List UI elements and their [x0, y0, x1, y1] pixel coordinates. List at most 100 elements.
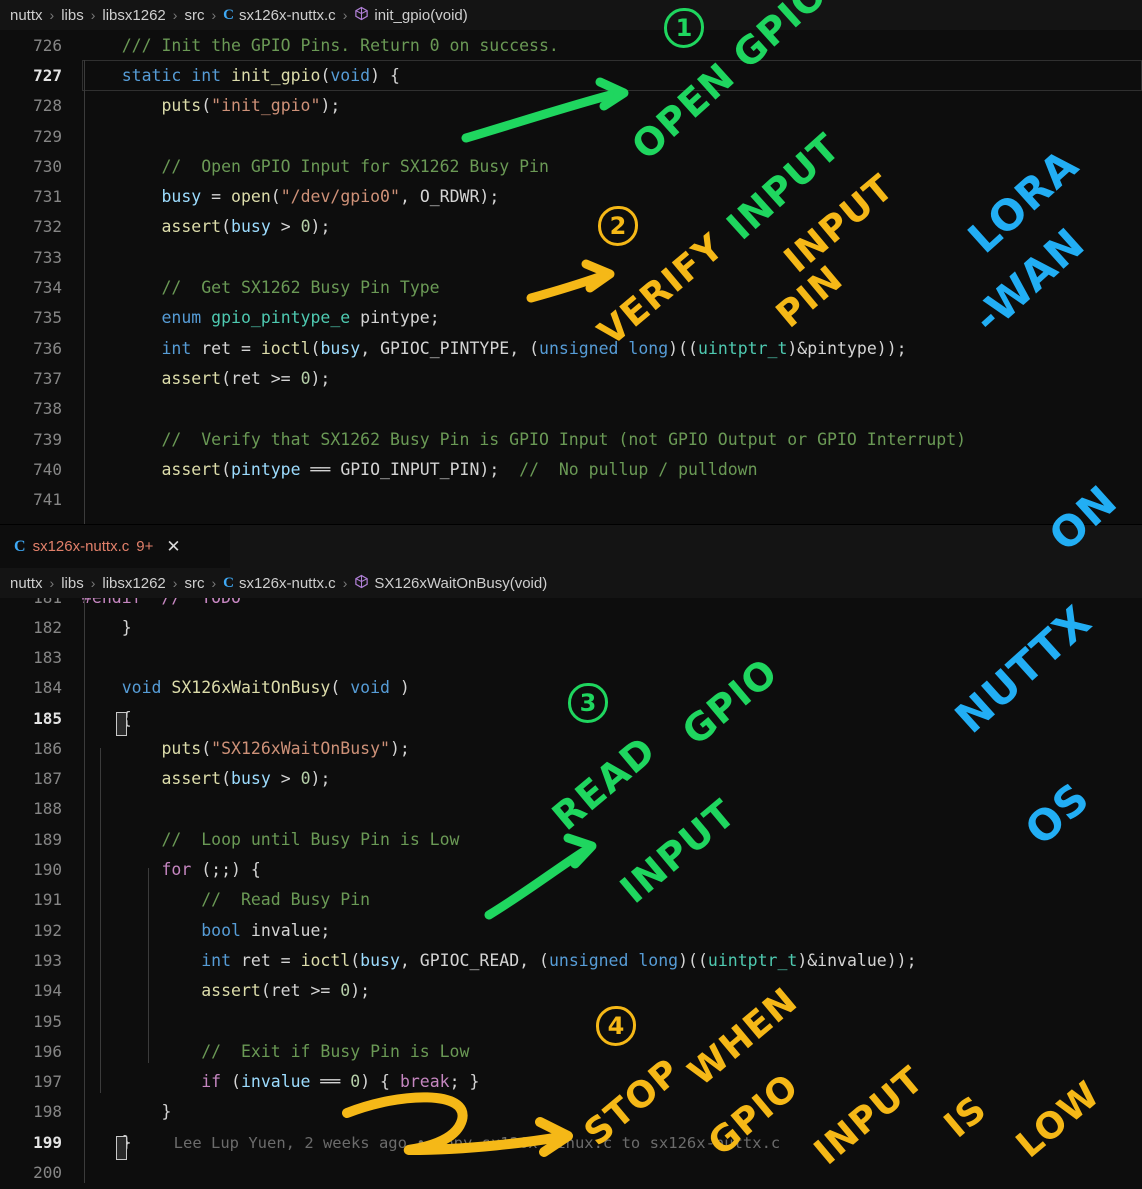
line-number: 182 — [33, 617, 62, 637]
breadcrumb-separator: › — [49, 575, 55, 591]
line-number: 187 — [33, 769, 62, 789]
code-line[interactable]: 192 bool invalue; — [0, 915, 1142, 945]
code-token: , — [399, 187, 420, 207]
code-editor-bottom[interactable]: 182 } 183 184 void SX126xWaitOnBusy( void … — [0, 598, 1142, 1188]
code-line[interactable]: 195 — [0, 1006, 1142, 1036]
code-line[interactable]: 729 — [0, 121, 1142, 151]
code-token: ( — [201, 96, 212, 116]
code-token: ); — [310, 217, 331, 237]
code-line[interactable]: 199 } Lee Lup Yuen, 2 weeks ago • Copy sx… — [0, 1127, 1142, 1160]
code-line[interactable]: 732 assert(busy > 0); — [0, 212, 1142, 242]
code-line[interactable]: 730 // Open GPIO Input for SX1262 Busy P… — [0, 151, 1142, 181]
code-line[interactable]: 182 } — [0, 612, 1142, 642]
code-line[interactable]: 741 — [0, 484, 1142, 514]
breadcrumb-segment-file[interactable]: sx126x-nuttx.c — [239, 7, 336, 24]
line-number: 199 — [33, 1132, 62, 1152]
code-line[interactable]: 740 assert(pintype ══ GPIO_INPUT_PIN); /… — [0, 454, 1142, 484]
breadcrumb-segment-libs[interactable]: libs — [61, 7, 84, 24]
code-token: ( — [221, 1072, 241, 1092]
code-line-text: assert(pintype ══ GPIO_INPUT_PIN); // No… — [82, 460, 1142, 479]
code-line[interactable]: 194 assert(ret >= 0); — [0, 976, 1142, 1006]
code-token: 0 — [340, 981, 351, 1001]
breadcrumb-segment-libs[interactable]: libs — [61, 575, 84, 592]
tab-sx126x-nuttx-c[interactable]: C sx126x-nuttx.c 9+ ✕ — [0, 525, 230, 568]
tab-label: sx126x-nuttx.c — [32, 538, 130, 555]
code-line[interactable]: 189 // Loop until Busy Pin is Low — [0, 824, 1142, 854]
code-token: init_gpio — [231, 65, 321, 85]
breadcrumb-segment-libsx1262[interactable]: libsx1262 — [102, 575, 165, 592]
text-cursor — [116, 1135, 127, 1160]
code-line[interactable]: 183 — [0, 642, 1142, 672]
breadcrumb-segment-src[interactable]: src — [184, 7, 204, 24]
code-line[interactable]: 187 assert(busy > 0); — [0, 763, 1142, 793]
code-line[interactable]: 197 if (invalue ══ 0) { break; } — [0, 1066, 1142, 1096]
code-token: assert — [82, 368, 222, 388]
code-token: , — [399, 950, 420, 970]
breadcrumb-top[interactable]: nuttx › libs › libsx1262 › src › C sx126… — [0, 0, 1142, 30]
code-line[interactable]: 739 // Verify that SX1262 Busy Pin is GP… — [0, 424, 1142, 454]
code-line[interactable]: 737 assert(ret >= 0); — [0, 363, 1142, 393]
code-line[interactable]: 728 puts("init_gpio"); — [0, 91, 1142, 121]
code-token: // Open GPIO Input for SX1262 Busy Pin — [82, 156, 549, 176]
code-token: ; } — [449, 1072, 480, 1092]
breadcrumb-segment-symbol[interactable]: SX126xWaitOnBusy(void) — [374, 575, 547, 592]
breadcrumb-segment-src[interactable]: src — [184, 575, 204, 592]
code-line[interactable]: 185 { — [0, 703, 1142, 736]
code-line[interactable]: 196 // Exit if Busy Pin is Low — [0, 1036, 1142, 1066]
breadcrumb-segment-file[interactable]: sx126x-nuttx.c — [239, 575, 336, 592]
code-line-text: for (;;) { — [82, 860, 1142, 879]
code-token: assert — [82, 769, 222, 789]
code-line-text: puts("init_gpio"); — [82, 96, 1142, 115]
editor-tab-bar: C sx126x-nuttx.c 9+ ✕ — [0, 524, 1142, 568]
code-line-text: static int init_gpio(void) { — [82, 66, 1142, 85]
code-line[interactable]: 734 // Get SX1262 Busy Pin Type — [0, 272, 1142, 302]
code-line[interactable]: 200 — [0, 1157, 1142, 1187]
line-number: 195 — [33, 1011, 62, 1031]
code-token: open — [231, 187, 271, 207]
code-token: ); — [320, 96, 341, 116]
breadcrumb-separator: › — [172, 7, 178, 23]
code-token: 0 — [350, 1072, 361, 1092]
code-line-text: // Verify that SX1262 Busy Pin is GPIO I… — [82, 430, 1142, 449]
breadcrumb-segment-libsx1262[interactable]: libsx1262 — [102, 7, 165, 24]
code-line-text: int ret = ioctl(busy, GPIOC_PINTYPE, (un… — [82, 339, 1142, 358]
code-line[interactable]: 736 int ret = ioctl(busy, GPIOC_PINTYPE,… — [0, 333, 1142, 363]
code-line[interactable]: 726 /// Init the GPIO Pins. Return 0 on … — [0, 30, 1142, 60]
breadcrumb-segment-symbol[interactable]: init_gpio(void) — [374, 7, 467, 24]
line-number: 185 — [33, 708, 62, 728]
code-line[interactable]: 733 — [0, 242, 1142, 272]
code-line[interactable]: 727 static int init_gpio(void) { — [0, 60, 1142, 91]
breadcrumb-segment-nuttx[interactable]: nuttx — [10, 575, 43, 592]
code-token: ioctl — [260, 338, 311, 358]
line-number: 735 — [33, 308, 62, 328]
code-line[interactable]: 186 puts("SX126xWaitOnBusy"); — [0, 733, 1142, 763]
code-token: puts — [82, 96, 202, 116]
breadcrumb-segment-nuttx[interactable]: nuttx — [10, 7, 43, 24]
code-line[interactable]: 198 } — [0, 1097, 1142, 1127]
code-line-text: // Exit if Busy Pin is Low — [82, 1042, 1142, 1061]
code-token: "init_gpio" — [211, 96, 321, 116]
code-line[interactable]: 735 enum gpio_pintype_e pintype; — [0, 303, 1142, 333]
code-line[interactable]: 738 — [0, 394, 1142, 424]
code-line[interactable]: 731 busy = open("/dev/gpio0", O_RDWR); — [0, 181, 1142, 211]
git-blame-annotation[interactable]: Lee Lup Yuen, 2 weeks ago • Copy sx126x-… — [174, 1134, 781, 1152]
breadcrumb-bottom[interactable]: nuttx › libs › libsx1262 › src › C sx126… — [0, 568, 1142, 598]
code-token: // Exit if Busy Pin is Low — [82, 1041, 470, 1061]
code-token: ( — [320, 65, 331, 85]
code-line[interactable]: 184 void SX126xWaitOnBusy( void ) — [0, 673, 1142, 703]
code-token: ( — [310, 338, 321, 358]
code-token: void — [350, 678, 390, 698]
code-line-text: void SX126xWaitOnBusy( void ) — [82, 678, 1142, 697]
code-token: break — [399, 1072, 450, 1092]
code-line[interactable]: 190 for (;;) { — [0, 854, 1142, 884]
breadcrumb-separator: › — [342, 575, 348, 591]
code-token: bool — [82, 920, 241, 940]
code-line[interactable]: 188 — [0, 794, 1142, 824]
code-token: busy — [231, 769, 271, 789]
code-token: for — [82, 860, 192, 880]
code-line[interactable]: 191 // Read Busy Pin — [0, 885, 1142, 915]
code-editor-top[interactable]: 726 /// Init the GPIO Pins. Return 0 on … — [0, 30, 1142, 515]
close-icon[interactable]: ✕ — [166, 537, 180, 557]
code-line[interactable]: 193 int ret = ioctl(busy, GPIOC_READ, (u… — [0, 945, 1142, 975]
code-token: ); — [310, 769, 331, 789]
